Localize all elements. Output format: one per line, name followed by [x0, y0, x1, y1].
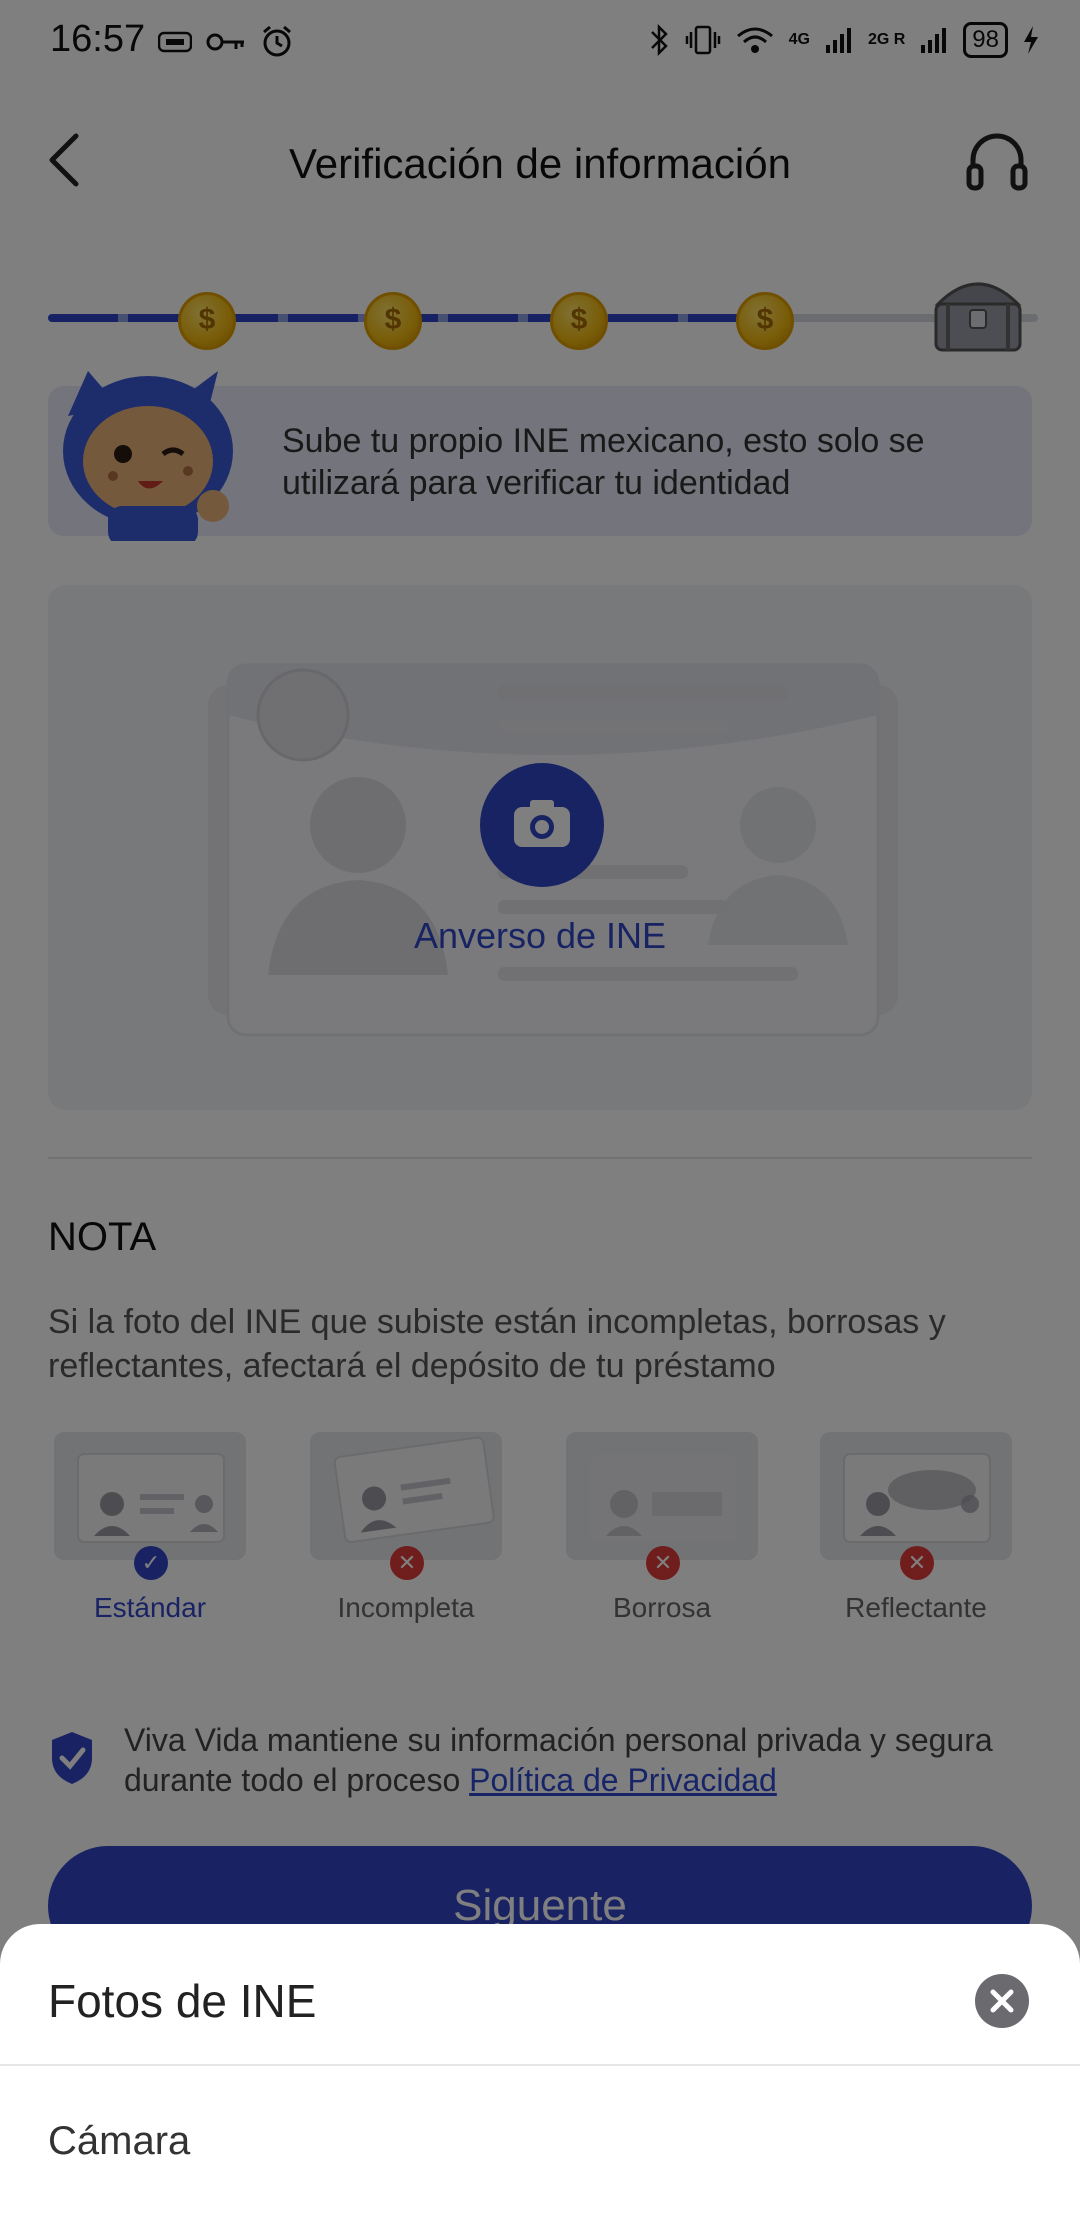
modal-overlay[interactable]	[0, 0, 1080, 2240]
photo-source-sheet: Fotos de INE Cámara	[0, 1924, 1080, 2240]
close-button[interactable]	[975, 1974, 1029, 2028]
sheet-divider	[0, 2064, 1080, 2066]
camera-option[interactable]: Cámara	[48, 2119, 190, 2164]
sheet-title: Fotos de INE	[48, 1975, 317, 2027]
close-icon	[990, 1989, 1014, 2013]
